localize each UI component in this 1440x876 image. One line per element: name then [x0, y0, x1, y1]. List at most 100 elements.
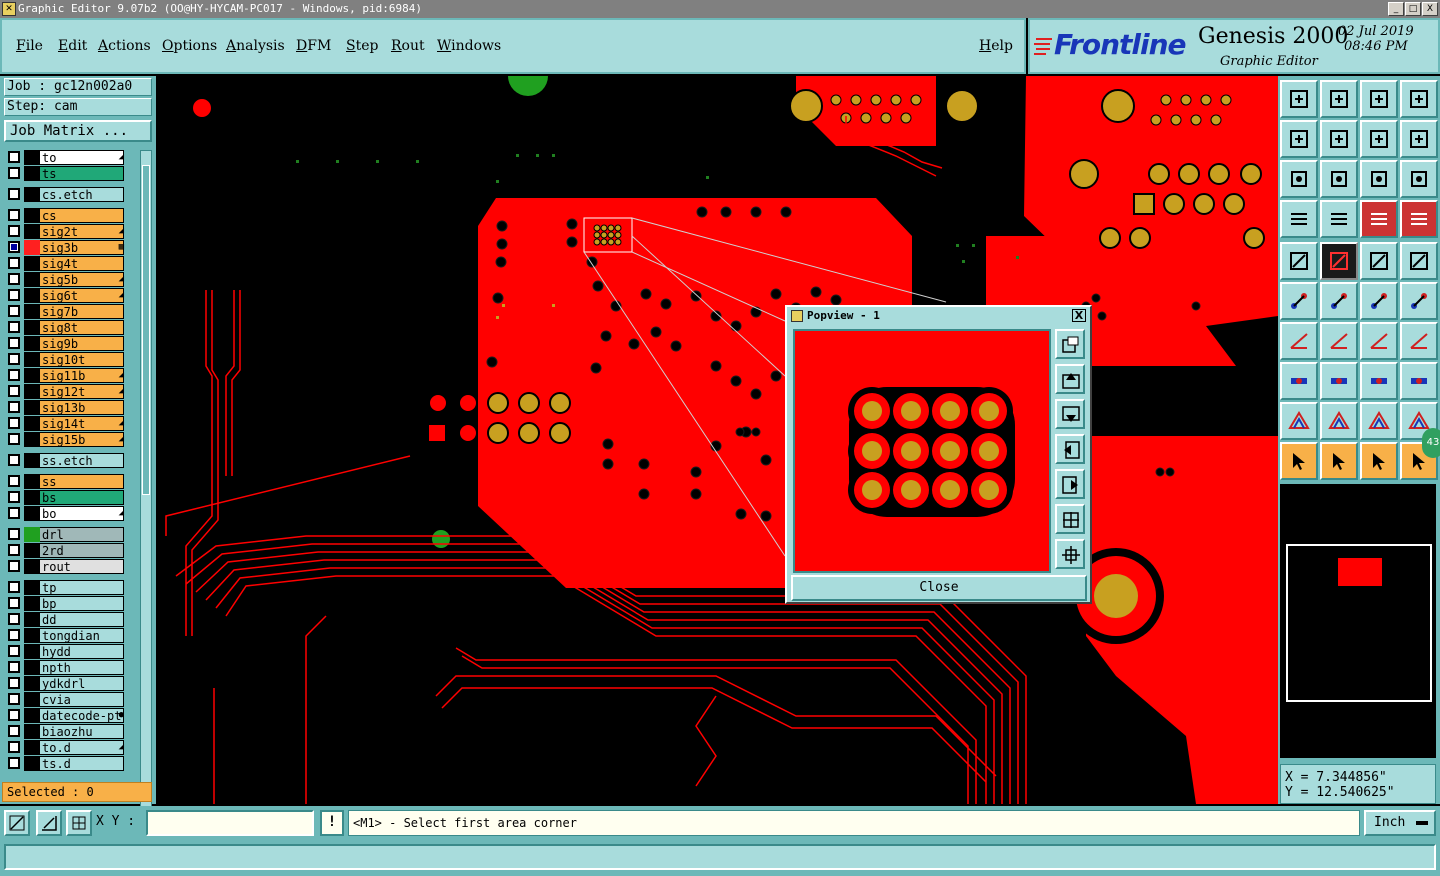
layer-row-cs.etch[interactable]: cs.etch — [6, 187, 126, 202]
layer-color-swatch[interactable] — [24, 543, 40, 558]
job-matrix-button[interactable]: Job Matrix ... — [4, 120, 152, 142]
window-icon[interactable] — [1400, 80, 1438, 118]
layer-checkbox[interactable] — [8, 757, 20, 769]
pcb-layout-view[interactable] — [156, 76, 1278, 804]
layer-row-npth[interactable]: npth — [6, 660, 126, 675]
grid-snap-icon[interactable] — [66, 810, 92, 836]
layer-name[interactable]: sig7b — [40, 304, 124, 319]
layer-color-swatch[interactable] — [24, 708, 40, 723]
layer-row-biaozhu[interactable]: biaozhu — [6, 724, 126, 739]
close-window-button[interactable]: X — [1422, 2, 1438, 16]
layer-name[interactable]: ts.d — [40, 756, 124, 771]
layer-name[interactable]: cs — [40, 208, 124, 223]
feature-icon[interactable] — [1280, 242, 1318, 280]
layer-row-bs[interactable]: bs — [6, 490, 126, 505]
layer-checkbox[interactable] — [8, 491, 20, 503]
layer-checkbox[interactable] — [8, 629, 20, 641]
layer-checkbox[interactable] — [8, 661, 20, 673]
layer-alt-icon[interactable] — [1400, 200, 1438, 238]
layer-name[interactable]: ss.etch — [40, 453, 124, 468]
popview-titlebar[interactable]: Popview - 1 X — [787, 307, 1090, 325]
menu-help[interactable]: Help — [979, 38, 1013, 54]
layer-checkbox[interactable] — [8, 401, 20, 413]
layer-row-ts[interactable]: ts — [6, 166, 126, 181]
layer-row-sig4t[interactable]: sig4t — [6, 256, 126, 271]
layer-name[interactable]: hydd — [40, 644, 124, 659]
layer-name[interactable]: bs — [40, 490, 124, 505]
layer-name[interactable]: sig11b — [40, 368, 124, 383]
layer-color-swatch[interactable] — [24, 580, 40, 595]
layer-color-swatch[interactable] — [24, 432, 40, 447]
layer-checkbox[interactable] — [8, 454, 20, 466]
layer-name[interactable]: ydkdrl — [40, 676, 124, 691]
layer-color-swatch[interactable] — [24, 692, 40, 707]
layer-checkbox[interactable] — [8, 241, 20, 253]
undo-icon[interactable] — [1360, 120, 1398, 158]
layer-checkbox[interactable] — [8, 151, 20, 163]
layer-checkbox[interactable] — [8, 209, 20, 221]
layer-name[interactable]: rout — [40, 559, 124, 574]
layer-color-swatch[interactable] — [24, 384, 40, 399]
popview-zoom-out-icon[interactable] — [1055, 539, 1085, 569]
layer-name[interactable]: sig4t — [40, 256, 124, 271]
layer-checkbox[interactable] — [8, 560, 20, 572]
layer-name[interactable]: bo — [40, 506, 124, 521]
popview-pan-left-icon[interactable] — [1055, 434, 1085, 464]
home-icon[interactable] — [1280, 80, 1318, 118]
menu-edit[interactable]: Edit — [58, 38, 87, 54]
layer-name[interactable]: sig3b — [40, 240, 124, 255]
layer-checkbox[interactable] — [8, 257, 20, 269]
layer-row-cs[interactable]: cs — [6, 208, 126, 223]
popview-close-x-button[interactable]: X — [1072, 309, 1086, 322]
xy-coordinate-input[interactable] — [146, 810, 314, 836]
layer-color-swatch[interactable] — [24, 352, 40, 367]
layer-checkbox[interactable] — [8, 475, 20, 487]
layer-name[interactable]: cs.etch — [40, 187, 124, 202]
menu-file[interactable]: File — [16, 38, 43, 54]
redo-icon[interactable] — [1400, 120, 1438, 158]
layer-name[interactable]: datecode-pt — [40, 708, 124, 723]
center-icon[interactable] — [1320, 160, 1358, 198]
select-icon[interactable] — [1320, 442, 1358, 480]
arch-icon[interactable] — [1360, 402, 1398, 440]
menu-step[interactable]: Step — [346, 38, 378, 54]
popview-pan-down-icon[interactable] — [1055, 399, 1085, 429]
popview-pan-up-icon[interactable] — [1055, 364, 1085, 394]
layer-color-swatch[interactable] — [24, 304, 40, 319]
layer-checkbox[interactable] — [8, 507, 20, 519]
layer-color-swatch[interactable] — [24, 240, 40, 255]
layer-color-swatch[interactable] — [24, 320, 40, 335]
popview-close-button[interactable]: Close — [791, 575, 1087, 601]
layer-row-ss[interactable]: ss — [6, 474, 126, 489]
layer-row-tp[interactable]: tp — [6, 580, 126, 595]
layer-row-dd[interactable]: dd — [6, 612, 126, 627]
notification-badge[interactable]: 43 — [1422, 428, 1440, 458]
layer-row-drl[interactable]: drl — [6, 527, 126, 542]
layer-row-sig14t[interactable]: sig14t ◢ — [6, 416, 126, 431]
layer-color-swatch[interactable] — [24, 256, 40, 271]
angle-icon[interactable] — [1280, 322, 1318, 360]
layer-color-swatch[interactable] — [24, 612, 40, 627]
layer-list-scrollbar[interactable] — [140, 150, 152, 854]
layer-color-swatch[interactable] — [24, 628, 40, 643]
popview-zoom-view[interactable] — [795, 331, 1049, 571]
layer-color-swatch[interactable] — [24, 660, 40, 675]
menu-options[interactable]: Options — [162, 38, 217, 54]
dash-icon[interactable] — [1320, 362, 1358, 400]
line-icon[interactable] — [1360, 282, 1398, 320]
layer-name[interactable]: ts — [40, 166, 124, 181]
layer-row-datecode-pt[interactable]: datecode-pt ● — [6, 708, 126, 723]
layer-name[interactable]: tongdian — [40, 628, 124, 643]
layer-name[interactable]: sig10t — [40, 352, 124, 367]
settings-icon[interactable] — [1280, 200, 1318, 238]
layer-icon[interactable] — [1360, 200, 1398, 238]
layer-name[interactable]: to — [40, 150, 124, 165]
layer-name[interactable]: sig8t — [40, 320, 124, 335]
layer-row-2rd[interactable]: 2rd — [6, 543, 126, 558]
layer-checkbox[interactable] — [8, 337, 20, 349]
layer-row-sig8t[interactable]: sig8t — [6, 320, 126, 335]
layer-color-swatch[interactable] — [24, 527, 40, 542]
layer-row-ts.d[interactable]: ts.d — [6, 756, 126, 771]
layer-row-sig7b[interactable]: sig7b — [6, 304, 126, 319]
message-info-icon[interactable]: ! — [320, 810, 344, 836]
